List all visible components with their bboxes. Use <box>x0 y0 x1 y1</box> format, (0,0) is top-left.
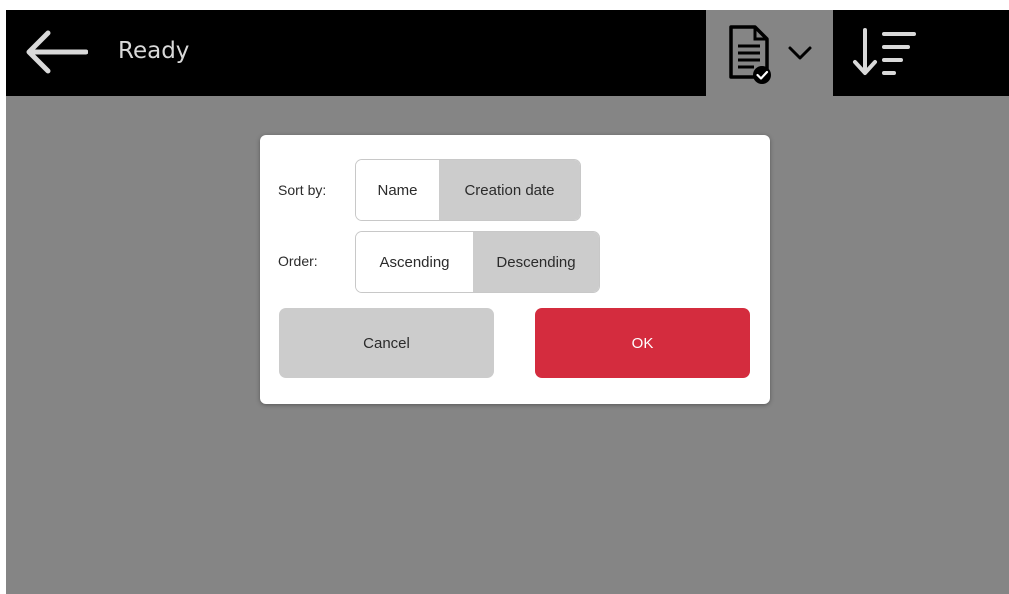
order-ascending-option[interactable]: Ascending <box>356 232 473 292</box>
sort-by-segmented-control: Name Creation date <box>355 159 581 221</box>
arrow-left-icon <box>26 30 88 74</box>
sort-by-label: Sort by: <box>278 182 327 198</box>
order-descending-option[interactable]: Descending <box>473 232 599 292</box>
document-check-icon <box>728 25 771 84</box>
sort-by-creation-date-option[interactable]: Creation date <box>439 160 580 220</box>
back-button[interactable] <box>18 24 94 80</box>
sort-dialog: Sort by: Name Creation date Order: Ascen… <box>260 135 770 404</box>
page-title: Ready <box>118 38 190 64</box>
sort-descending-icon <box>853 28 916 75</box>
chevron-down-icon <box>788 46 811 60</box>
cancel-button[interactable]: Cancel <box>279 308 494 378</box>
ok-button[interactable]: OK <box>535 308 750 378</box>
sort-button[interactable] <box>852 22 918 84</box>
order-segmented-control: Ascending Descending <box>355 231 600 293</box>
order-label: Order: <box>278 253 318 269</box>
sort-by-name-option[interactable]: Name <box>356 160 439 220</box>
top-bar: Ready <box>6 10 1009 96</box>
document-filter-dropdown[interactable] <box>706 10 833 96</box>
